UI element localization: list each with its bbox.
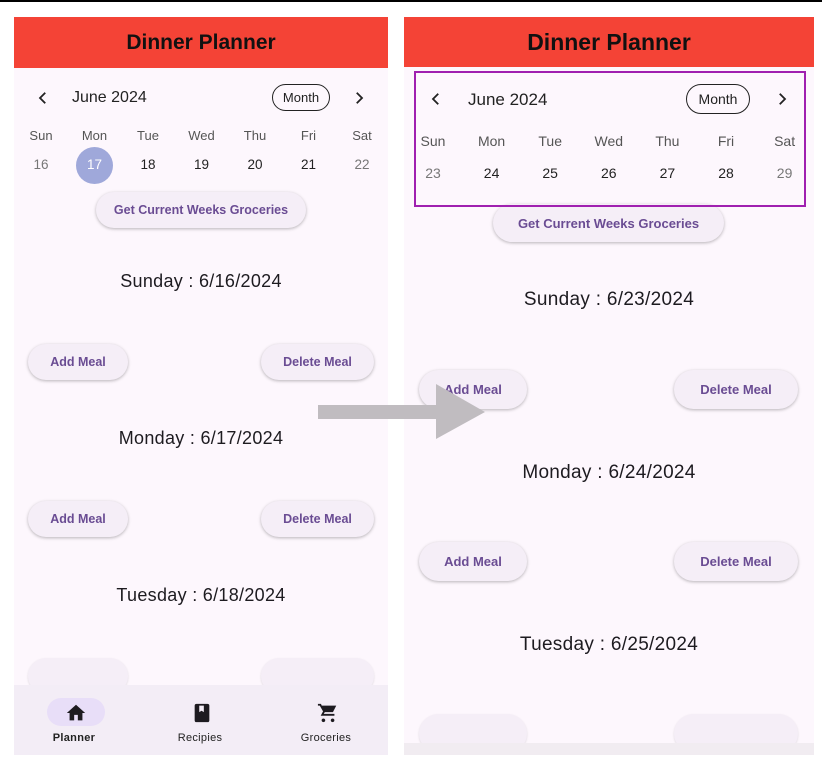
weekday-label: Fri (300, 128, 317, 143)
get-groceries-button[interactable]: Get Current Weeks Groceries (493, 204, 724, 242)
day-label-monday: Monday : 6/24/2024 (522, 462, 696, 483)
month-title: June 2024 (72, 89, 147, 106)
get-groceries-button[interactable]: Get Current Weeks Groceries (96, 192, 306, 228)
transition-arrow-icon (318, 384, 485, 439)
app-bar: Dinner Planner (14, 17, 388, 68)
weekday-label: Wed (188, 128, 215, 143)
calendar-day[interactable]: 19 (182, 157, 222, 172)
day-label-tuesday: Tuesday : 6/18/2024 (116, 585, 286, 605)
top-border (0, 0, 822, 2)
nav-label: Planner (52, 732, 96, 744)
bottom-nav: Planner Recipies Groceries (14, 685, 388, 755)
weekday-label: Sun (29, 128, 53, 143)
day-label-sunday: Sunday : 6/16/2024 (120, 271, 282, 291)
add-meal-button[interactable]: Add Meal (419, 542, 527, 581)
day-label-sunday: Sunday : 6/23/2024 (523, 289, 695, 310)
format-button[interactable]: Month (272, 84, 330, 111)
day-label-tuesday: Tuesday : 6/25/2024 (519, 634, 699, 655)
nav-planner[interactable]: Planner (14, 685, 134, 755)
delete-meal-button[interactable]: Delete Meal (261, 344, 374, 380)
app-title: Dinner Planner (126, 30, 276, 54)
calendar-day[interactable]: 21 (289, 157, 329, 172)
book-icon (194, 703, 210, 723)
delete-meal-button[interactable]: Delete Meal (261, 501, 374, 537)
app-title: Dinner Planner (527, 28, 691, 55)
home-icon (66, 704, 86, 721)
nav-recipies[interactable]: Recipies (140, 685, 260, 755)
weekday-label: Sat (352, 128, 372, 143)
nav-label: Groceries (300, 732, 352, 744)
weekday-label: Mon (81, 128, 108, 143)
calendar-day[interactable]: 17 (75, 157, 115, 172)
add-meal-button[interactable]: Add Meal (28, 501, 128, 537)
weekday-label: Thu (243, 128, 267, 143)
chevron-left-icon[interactable] (31, 86, 55, 110)
delete-meal-button[interactable]: Delete Meal (674, 542, 798, 581)
nav-groceries[interactable]: Groceries (266, 685, 386, 755)
nav-label: Recipies (177, 732, 223, 744)
delete-meal-button[interactable]: Delete Meal (674, 370, 798, 409)
highlight-box (414, 71, 806, 207)
chevron-right-icon[interactable] (347, 86, 371, 110)
cart-icon (317, 703, 337, 723)
bottom-nav-partial (404, 743, 814, 755)
calendar-day[interactable]: 20 (235, 157, 275, 172)
calendar-day[interactable]: 18 (128, 157, 168, 172)
app-bar: Dinner Planner (404, 17, 814, 67)
calendar-day[interactable]: 22 (342, 157, 382, 172)
weekday-label: Tue (137, 128, 159, 143)
calendar-day[interactable]: 16 (21, 157, 61, 172)
add-meal-button[interactable]: Add Meal (28, 344, 128, 380)
